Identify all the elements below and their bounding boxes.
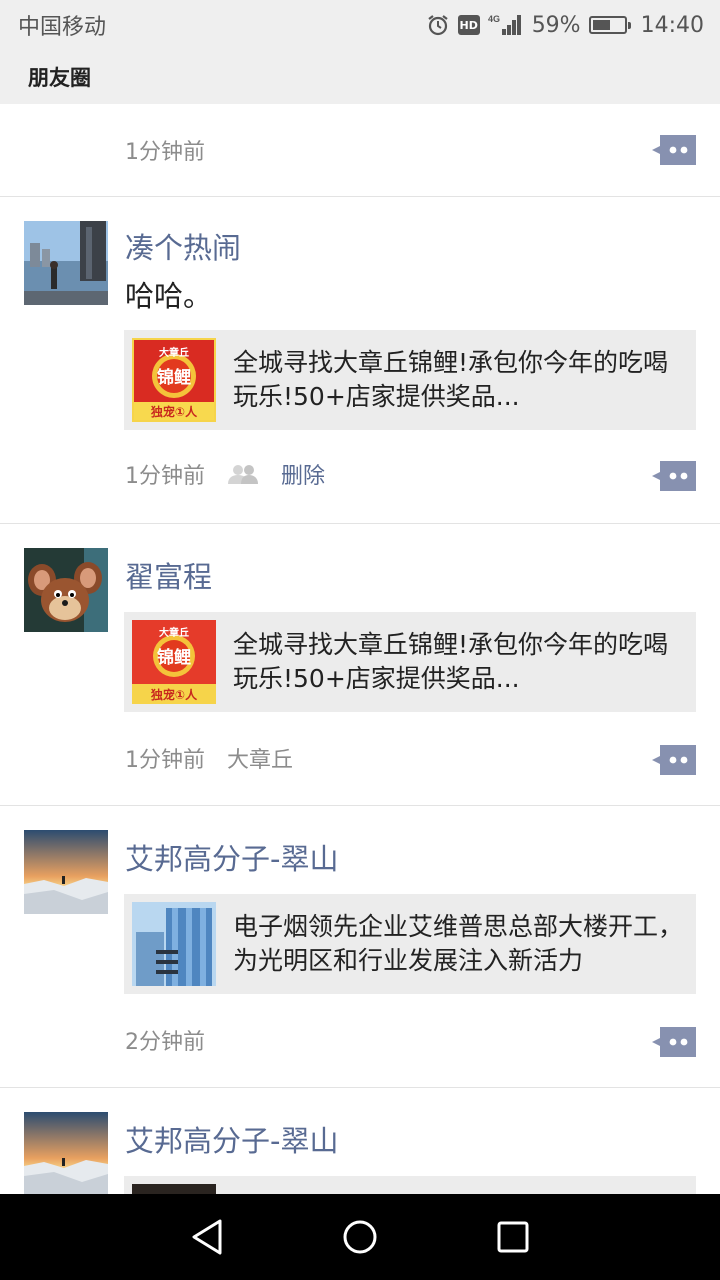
battery-level (592, 20, 611, 30)
feed-post: 凑个热闹 哈哈。 大章丘 锦鲤 独宠①人 全城寻找大章丘锦鲤!承包你今年的吃喝玩… (0, 197, 720, 524)
share-thumbnail (132, 1184, 216, 1194)
status-icons: HD 4G 59% 14:40 (426, 13, 704, 38)
status-bar: 中国移动 HD 4G 59% 14:40 (0, 0, 720, 50)
poster-name[interactable]: 艾邦高分子-翠山 (125, 836, 338, 878)
share-card[interactable]: 大章丘 锦鲤 独宠①人 全城寻找大章丘锦鲤!承包你今年的吃喝玩乐!50+店家提供… (124, 612, 696, 712)
poster-name[interactable]: 翟富程 (125, 554, 212, 596)
post-meta: 1分钟前 删除 (125, 458, 325, 490)
share-title: 电子烟领先企业艾维普思总部大楼开工，为光明区和行业发展注入新活力 (233, 912, 684, 975)
page-title: 朋友圈 (28, 66, 91, 90)
share-thumbnail (132, 902, 216, 986)
svg-text:4G: 4G (488, 14, 500, 24)
share-title: 全城寻找大章丘锦鲤!承包你今年的吃喝玩乐!50+店家提供奖品... (233, 348, 669, 411)
avatar[interactable] (24, 548, 108, 632)
post-text: 哈哈。 (125, 279, 213, 313)
post-time: 1分钟前 (125, 140, 205, 165)
poster-name[interactable]: 艾邦高分子-翠山 (125, 1118, 338, 1160)
moments-feed[interactable]: 1分钟前 凑个热闹 哈哈。 大章丘 锦鲤 独宠①人 全城寻找大章丘锦鲤!承包你今… (0, 104, 720, 1194)
recents-button[interactable] (489, 1213, 537, 1261)
system-nav-bar (0, 1194, 720, 1280)
signal-icon: 4G (488, 13, 524, 37)
comment-icon[interactable] (652, 461, 696, 491)
back-icon (192, 1219, 222, 1255)
home-button[interactable] (336, 1213, 384, 1261)
home-icon (343, 1220, 377, 1254)
avatar[interactable] (24, 830, 108, 914)
post-time: 2分钟前 (125, 1030, 205, 1055)
privacy-icon[interactable] (227, 463, 259, 485)
share-card[interactable] (124, 1176, 696, 1194)
post-time: 1分钟前 (125, 748, 205, 773)
share-thumbnail: 大章丘 锦鲤 独宠①人 (132, 620, 216, 704)
avatar[interactable] (24, 221, 108, 305)
share-card[interactable]: 电子烟领先企业艾维普思总部大楼开工，为光明区和行业发展注入新活力 (124, 894, 696, 994)
comment-icon[interactable] (652, 135, 696, 165)
share-thumbnail: 大章丘 锦鲤 独宠①人 (132, 338, 216, 422)
thumb-top-text: 大章丘 (159, 626, 189, 639)
thumb-main-text: 锦鲤 (157, 647, 191, 668)
feed-post: 翟富程 大章丘 锦鲤 独宠①人 全城寻找大章丘锦鲤!承包你今年的吃喝玩乐!50+… (0, 524, 720, 806)
thumb-main-text: 锦鲤 (157, 367, 191, 388)
thumb-bottom-text: 独宠①人 (150, 687, 198, 702)
clock: 14:40 (640, 12, 704, 38)
feed-post: 艾邦高分子-翠山 电子烟领先企业艾维普思总部大楼开工，为光明区和行业发展注入新活… (0, 806, 720, 1088)
battery-percent: 59% (531, 12, 581, 38)
poster-name[interactable]: 凑个热闹 (125, 225, 241, 267)
avatar[interactable] (24, 1112, 108, 1194)
comment-icon[interactable] (652, 745, 696, 775)
page-title-bar: 朋友圈 (0, 50, 720, 104)
battery-icon (588, 16, 631, 34)
comment-icon[interactable] (652, 1027, 696, 1057)
delete-button[interactable]: 删除 (281, 458, 325, 490)
feed-post: 艾邦高分子-翠山 (0, 1088, 720, 1194)
thumb-bottom-text: 独宠①人 (150, 404, 198, 419)
recents-icon (497, 1221, 529, 1253)
share-card[interactable]: 大章丘 锦鲤 独宠①人 全城寻找大章丘锦鲤!承包你今年的吃喝玩乐!50+店家提供… (124, 330, 696, 430)
back-button[interactable] (183, 1213, 231, 1261)
post-meta: 1分钟前 大章丘 (125, 742, 293, 774)
feed-post: 1分钟前 (0, 104, 720, 197)
alarm-icon (426, 13, 450, 37)
share-title: 全城寻找大章丘锦鲤!承包你今年的吃喝玩乐!50+店家提供奖品... (233, 630, 669, 693)
carrier-label: 中国移动 (18, 15, 107, 40)
post-location[interactable]: 大章丘 (227, 742, 293, 774)
thumb-top-text: 大章丘 (159, 346, 189, 359)
post-meta: 2分钟前 (125, 1024, 205, 1056)
post-time: 1分钟前 (125, 464, 205, 489)
hd-badge: HD (457, 15, 480, 35)
